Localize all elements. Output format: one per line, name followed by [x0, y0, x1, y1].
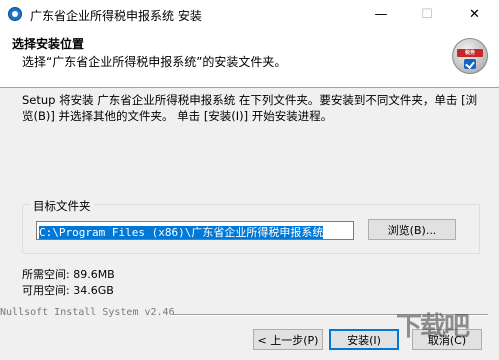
- install-path-input[interactable]: C:\Program Files (x86)\广东省企业所得税申报系统: [36, 221, 354, 240]
- space-required: 所需空间: 89.6MB: [22, 268, 115, 281]
- window-title: 广东省企业所得税申报系统 安装: [30, 9, 202, 23]
- logo-check-icon: [464, 59, 476, 69]
- minimize-button[interactable]: —: [358, 0, 404, 29]
- product-logo-icon: 税务: [452, 38, 488, 74]
- close-button[interactable]: ✕: [450, 0, 499, 29]
- footer-divider: [170, 314, 488, 316]
- cancel-button[interactable]: 取消(C): [412, 329, 482, 350]
- installer-header: 选择安装位置 选择“广东省企业所得税申报系统”的安装文件夹。 税务: [0, 29, 499, 88]
- browse-button[interactable]: 浏览(B)...: [368, 219, 456, 240]
- app-icon: [8, 7, 22, 21]
- destination-folder-label: 目标文件夹: [30, 198, 94, 214]
- maximize-button[interactable]: ☐: [404, 0, 450, 29]
- title-bar: 广东省企业所得税申报系统 安装 — ☐ ✕: [0, 0, 499, 29]
- page-title: 选择安装位置: [12, 37, 85, 51]
- logo-text: 税务: [457, 49, 483, 57]
- install-description: Setup 将安装 广东省企业所得税申报系统 在下列文件夹。要安装到不同文件夹，…: [22, 93, 478, 123]
- back-button[interactable]: < 上一步(P): [253, 329, 323, 350]
- space-available: 可用空间: 34.6GB: [22, 284, 114, 297]
- install-button[interactable]: 安装(I): [329, 329, 399, 350]
- page-subtitle: 选择“广东省企业所得税申报系统”的安装文件夹。: [22, 55, 287, 69]
- nsis-branding: Nullsoft Install System v2.46: [0, 307, 175, 318]
- install-path-value: C:\Program Files (x86)\广东省企业所得税申报系统: [39, 226, 324, 239]
